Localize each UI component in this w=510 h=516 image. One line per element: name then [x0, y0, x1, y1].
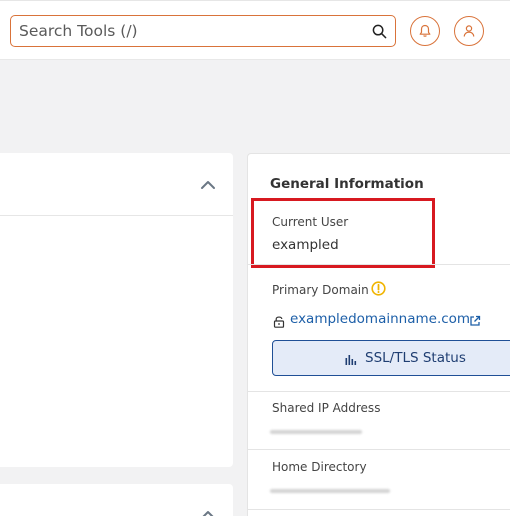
left-panel-card [0, 153, 233, 467]
account-button[interactable] [454, 16, 484, 46]
home-directory-label: Home Directory [272, 460, 367, 474]
general-information-title: General Information [270, 176, 424, 192]
lock-icon [273, 316, 285, 328]
notifications-button[interactable] [410, 16, 440, 46]
card-divider [0, 215, 233, 216]
primary-domain-link[interactable]: exampledomainname.com [290, 311, 470, 327]
left-panel-card-2 [0, 484, 233, 516]
primary-domain-label: Primary Domain [272, 283, 369, 297]
divider [248, 264, 510, 265]
external-link-icon[interactable] [469, 315, 481, 327]
bar-chart-icon [345, 355, 357, 365]
shared-ip-value-redacted [270, 430, 362, 434]
search-icon[interactable] [372, 24, 387, 39]
bell-icon [419, 24, 431, 37]
home-directory-value-redacted [270, 489, 390, 493]
user-icon [463, 25, 475, 37]
ssl-tls-status-label: SSL/TLS Status [365, 350, 466, 366]
chevron-up-icon[interactable] [200, 508, 216, 516]
divider [248, 509, 510, 510]
divider [248, 449, 510, 450]
top-bar [0, 0, 510, 60]
search-input[interactable] [11, 16, 369, 46]
warning-icon[interactable] [371, 281, 386, 296]
highlight-box [251, 198, 435, 268]
search-box[interactable] [10, 15, 396, 47]
ssl-tls-status-button[interactable]: SSL/TLS Status [272, 340, 510, 376]
chevron-up-icon[interactable] [200, 178, 216, 192]
shared-ip-label: Shared IP Address [272, 401, 381, 415]
divider [248, 391, 510, 392]
